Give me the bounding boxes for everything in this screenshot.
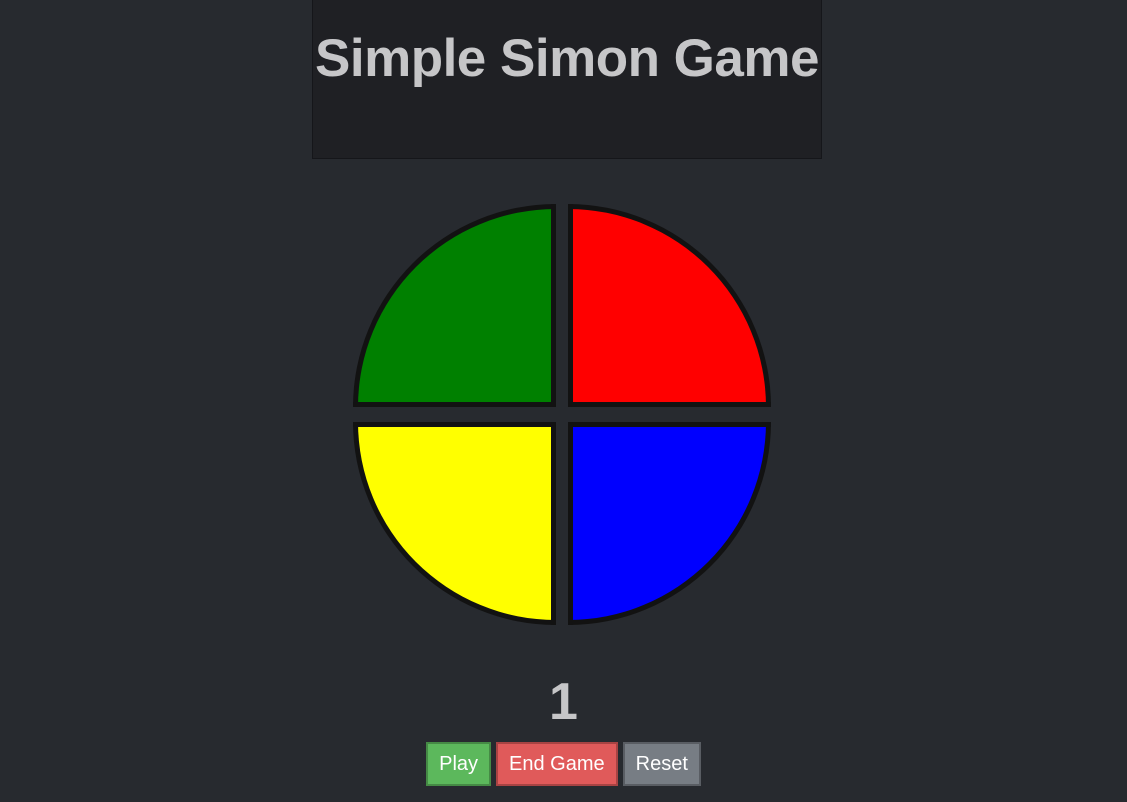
reset-button[interactable]: Reset	[622, 742, 701, 786]
end-game-button[interactable]: End Game	[496, 742, 618, 786]
blue-pad[interactable]	[568, 422, 771, 625]
page-title: Simple Simon Game	[315, 29, 819, 88]
simon-board	[353, 204, 781, 632]
yellow-pad[interactable]	[353, 422, 556, 625]
round-counter: 1	[549, 673, 578, 731]
game-controls: Play End Game Reset	[0, 742, 1127, 786]
green-pad[interactable]	[353, 204, 556, 407]
play-button[interactable]: Play	[426, 742, 492, 786]
red-pad[interactable]	[568, 204, 771, 407]
header-panel: Simple Simon Game	[312, 0, 822, 159]
